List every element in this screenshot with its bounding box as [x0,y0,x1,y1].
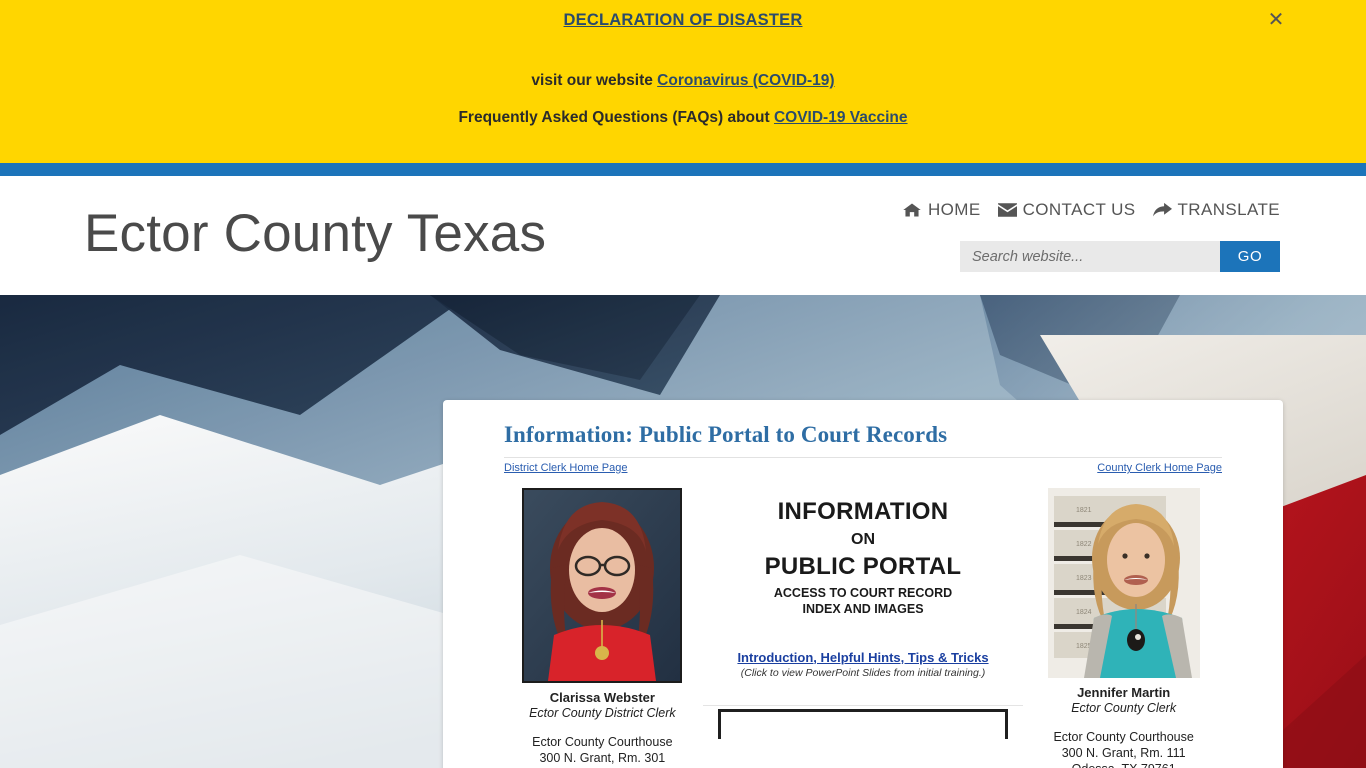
info-heading: INFORMATION [777,498,949,525]
jennifer-martin-portrait: 1821 1822 1823 1824 1825 [1047,488,1200,678]
nav-item-home[interactable]: HOME [903,200,981,220]
nav-item-translate-label: TRANSLATE [1177,200,1280,219]
nav-item-translate[interactable]: TRANSLATE [1152,200,1280,220]
close-icon[interactable]: ✕ [1264,8,1288,32]
svg-text:1822: 1822 [1076,541,1092,548]
right-person-role: Ector County Clerk [1071,701,1177,715]
alert-line3-prefix: Frequently Asked Questions (FAQs) about [458,109,774,126]
banner-divider [0,163,1366,176]
introduction-hints-tips-link[interactable]: Introduction, Helpful Hints, Tips & Tric… [737,650,988,665]
left-person-role: Ector County District Clerk [529,706,676,720]
left-person-address: Ector County Courthouse 300 N. Grant, Rm… [504,734,701,768]
nav-item-contact-us-label: CONTACT US [1022,200,1136,219]
right-addr-line2: 300 N. Grant, Rm. 111 [1061,746,1186,760]
search-bar: GO [960,241,1280,272]
county-clerk-home-page-link[interactable]: County Clerk Home Page [1097,462,1222,474]
coronavirus-link[interactable]: Coronavirus (COVID-19) [657,72,834,89]
covid-vaccine-link[interactable]: COVID-19 Vaccine [774,109,908,126]
right-addr-line1: Ector County Courthouse [1053,730,1194,744]
left-person-name: Clarissa Webster [549,690,655,705]
info-subline-2: INDEX AND IMAGES [802,602,924,617]
county-clerk-block: 1821 1822 1823 1824 1825 Jennifer Martin… [1025,488,1222,768]
site-header: Ector County Texas HOME CONTACT US TRANS… [0,176,1366,295]
card-body: Clarissa Webster Ector County District C… [504,488,1222,768]
right-person-name: Jennifer Martin [1077,685,1171,700]
card-link-row: District Clerk Home Page County Clerk Ho… [504,457,1222,474]
district-clerk-block: Clarissa Webster Ector County District C… [504,488,701,768]
court-records-info-card: Information: Public Portal to Court Reco… [443,400,1283,768]
disaster-alert-banner: ✕ DECLARATION OF DISASTER visit our webs… [0,0,1366,163]
clarissa-webster-portrait [522,488,683,683]
svg-text:1824: 1824 [1076,609,1092,616]
home-icon [903,202,921,218]
page-title: Ector County Texas [84,204,547,263]
card-title: Information: Public Portal to Court Reco… [504,422,948,447]
alert-line-coronavirus: visit our website Coronavirus (COVID-19) [0,72,1366,90]
header-nav: HOME CONTACT US TRANSLATE [903,200,1280,220]
district-clerk-home-page-link[interactable]: District Clerk Home Page [504,462,627,474]
portrait-graphic: 18211822 18231824 1825 [1047,488,1200,678]
nav-item-home-label: HOME [927,200,981,219]
right-person-address: Ector County Courthouse 300 N. Grant, Rm… [1025,729,1222,768]
public-portal-info-block: INFORMATION ON PUBLIC PORTAL ACCESS TO C… [701,488,1026,739]
left-addr-line1: Ector County Courthouse [532,735,673,749]
info-subline-1: ACCESS TO COURT RECORD [773,586,953,600]
public-portal-heading: PUBLIC PORTAL [764,553,962,580]
search-input[interactable] [960,241,1220,272]
alert-headline: DECLARATION OF DISASTER [0,11,1366,30]
powerpoint-note: (Click to view PowerPoint Slides from in… [740,666,986,679]
svg-text:1821: 1821 [1076,507,1092,514]
portrait-graphic [524,490,681,681]
center-divider [703,704,1023,706]
left-addr-line2: 300 N. Grant, Rm. 301 [539,751,666,765]
svg-text:1823: 1823 [1076,575,1092,582]
arrow-share-icon [1152,202,1172,218]
embedded-video-frame[interactable] [718,708,1008,739]
alert-line2-prefix: visit our website [531,72,658,89]
declaration-of-disaster-link[interactable]: DECLARATION OF DISASTER [564,11,803,29]
alert-line-faq: Frequently Asked Questions (FAQs) about … [0,109,1366,127]
hero-section: Information: Public Portal to Court Reco… [0,295,1366,768]
nav-item-contact-us[interactable]: CONTACT US [997,200,1136,220]
envelope-icon [997,202,1017,218]
info-on: ON [851,531,875,548]
intro-tips-link-wrap: Introduction, Helpful Hints, Tips & Tric… [701,650,1026,665]
right-addr-line3: Odessa, TX 79761 [1025,761,1222,768]
search-go-button[interactable]: GO [1220,241,1280,272]
